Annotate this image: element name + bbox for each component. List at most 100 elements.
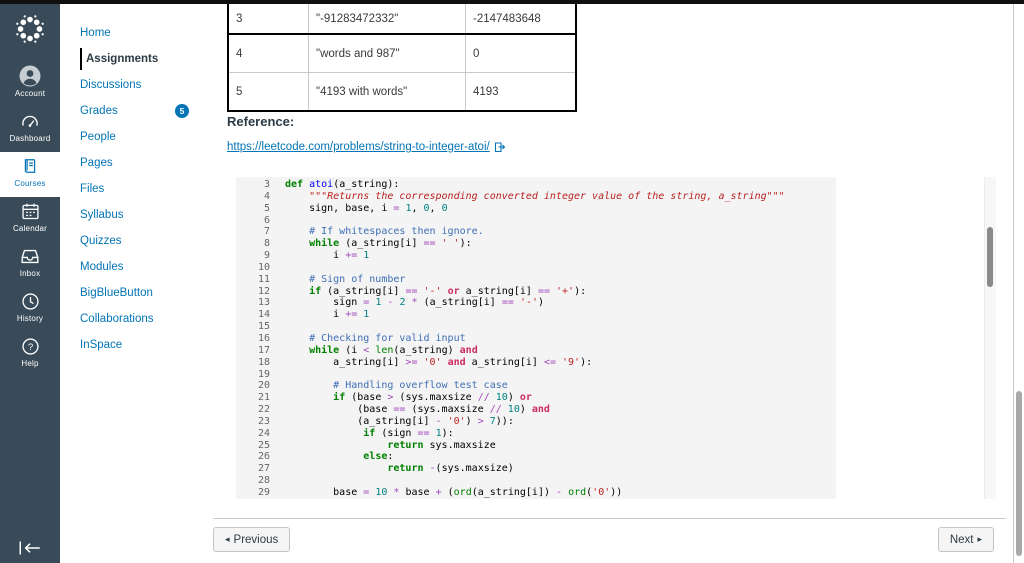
global-nav-label: Help (21, 359, 39, 368)
code-scrollbar-thumb[interactable] (987, 227, 993, 287)
code-line: 22 (base == (sys.maxsize // 10) and (242, 404, 836, 416)
course-nav-discussions[interactable]: Discussions (80, 72, 208, 98)
line-number: 23 (257, 415, 270, 427)
course-nav-label: Collaborations (80, 313, 154, 325)
output-cell: -2147483648 (465, 4, 575, 33)
line-number: 14 (257, 309, 270, 321)
line-number: 4 (263, 190, 270, 202)
dashboard-icon (0, 109, 60, 133)
course-nav-home[interactable]: Home (80, 20, 208, 46)
line-number: 16 (257, 332, 270, 344)
output-cell: 0 (465, 35, 575, 72)
line-number: 24 (257, 427, 270, 439)
line-number: 3 (263, 179, 270, 190)
course-nav-syllabus[interactable]: Syllabus (80, 202, 208, 228)
global-nav-inbox[interactable]: Inbox (0, 242, 60, 287)
course-nav-quizzes[interactable]: Quizzes (80, 228, 208, 254)
line-number: 9 (263, 250, 270, 262)
code-line: 3 def atoi(a_string): (242, 179, 836, 191)
line-number: 13 (257, 297, 270, 309)
global-nav-account[interactable]: Account (0, 62, 60, 107)
code-line: 17 while (i < len(a_string) and (242, 345, 836, 357)
global-nav-label: Dashboard (9, 134, 51, 143)
row-number-cell: 3 (236, 12, 243, 25)
code-line: 12 if (a_string[i] == '-' or a_string[i]… (242, 286, 836, 298)
user-icon (0, 64, 60, 88)
course-nav-files[interactable]: Files (80, 176, 208, 202)
code-line: 18 a_string[i] >= '0' and a_string[i] <=… (242, 357, 836, 369)
global-nav-calendar[interactable]: Calendar (0, 197, 60, 242)
global-nav-help[interactable]: ? Help (0, 332, 60, 377)
page-scrollbar-thumb[interactable] (1016, 391, 1022, 556)
line-number: 10 (257, 261, 270, 273)
course-nav-label: Syllabus (80, 209, 124, 221)
global-nav-label: Courses (14, 179, 46, 188)
global-nav-label: Calendar (12, 224, 48, 233)
course-nav-label: Files (80, 183, 105, 195)
course-nav-pages[interactable]: Pages (80, 150, 208, 176)
code-line: 28 (242, 475, 836, 487)
code-line: 29 base = 10 * base + (ord(a_string[i]) … (242, 487, 836, 499)
course-nav-label: Quizzes (80, 235, 122, 247)
previous-button-label: Previous (233, 533, 279, 546)
course-nav-label: Home (80, 27, 111, 39)
course-nav-label: Modules (80, 261, 124, 273)
line-number: 29 (257, 486, 270, 498)
code-line: 9 i += 1 (242, 250, 836, 262)
question-icon: ? (0, 334, 60, 358)
code-line: 16 # Checking for valid input (242, 333, 836, 345)
row-number-cell: 5 (236, 85, 243, 98)
next-button[interactable]: Next ▸ (937, 527, 994, 552)
code-line: 24 if (sign == 1): (242, 428, 836, 440)
global-nav-history[interactable]: History (0, 287, 60, 332)
reference-link[interactable]: https://leetcode.com/problems/string-to-… (227, 141, 506, 153)
course-nav-bigbluebutton[interactable]: BigBlueButton (80, 280, 208, 306)
code-line: 21 if (base > (sys.maxsize // 10) or (242, 392, 836, 404)
next-arrow-icon: ▸ (977, 534, 982, 544)
course-nav-modules[interactable]: Modules (80, 254, 208, 280)
code-scrollbar-track[interactable] (984, 177, 996, 499)
table-row: 4 "words and 987" 0 (229, 35, 575, 73)
svg-text:?: ? (27, 342, 32, 353)
global-nav-dashboard[interactable]: Dashboard (0, 107, 60, 152)
global-nav-items: Account Dashboard Courses Calendar Inbox Hist… (0, 62, 60, 377)
course-nav-label: InSpace (80, 339, 123, 351)
course-nav-label: Assignments (86, 53, 159, 65)
line-number: 17 (257, 344, 270, 356)
line-number: 7 (263, 226, 270, 238)
line-number: 12 (257, 285, 270, 297)
line-number: 19 (257, 368, 270, 380)
code-line: 19 (242, 369, 836, 381)
code-line: 13 sign = 1 - 2 * (a_string[i] == '-') (242, 297, 836, 309)
course-nav-label: People (80, 131, 116, 143)
course-nav-people[interactable]: People (80, 124, 208, 150)
code-line: 6 (242, 215, 836, 227)
line-number: 8 (263, 238, 270, 250)
course-nav-grades[interactable]: Grades 5 (80, 98, 208, 124)
input-cell: "-91283472332" (308, 4, 465, 33)
global-nav-label: Inbox (19, 269, 41, 278)
line-number: 18 (257, 356, 270, 368)
test-case-table: 3 "-91283472332" -2147483648 4 "words and 98… (227, 4, 577, 112)
course-nav-label: Grades (80, 105, 118, 117)
page-scrollbar-track[interactable] (1013, 0, 1014, 563)
code-line: 25 return sys.maxsize (242, 440, 836, 452)
reference-link-text: https://leetcode.com/problems/string-to-… (227, 141, 490, 153)
global-nav-courses[interactable]: Courses (0, 152, 60, 197)
canvas-logo[interactable] (13, 12, 47, 46)
line-number: 26 (257, 451, 270, 463)
previous-button[interactable]: ◂ Previous (213, 527, 291, 552)
clock-icon (0, 289, 60, 313)
collapse-sidebar-button[interactable] (17, 539, 43, 557)
row-number-cell: 4 (236, 47, 243, 60)
line-number: 20 (257, 380, 270, 392)
course-nav-inspace[interactable]: InSpace (80, 332, 208, 358)
code-line: 11 # Sign of number (242, 274, 836, 286)
footer-divider (213, 518, 1006, 519)
course-nav-assignments[interactable]: Assignments (80, 48, 208, 70)
course-nav-collaborations[interactable]: Collaborations (80, 306, 208, 332)
course-nav-label: Pages (80, 157, 113, 169)
collapse-arrow-icon (19, 541, 40, 555)
output-cell: 4193 (465, 73, 575, 110)
input-cell: "words and 987" (308, 35, 465, 72)
